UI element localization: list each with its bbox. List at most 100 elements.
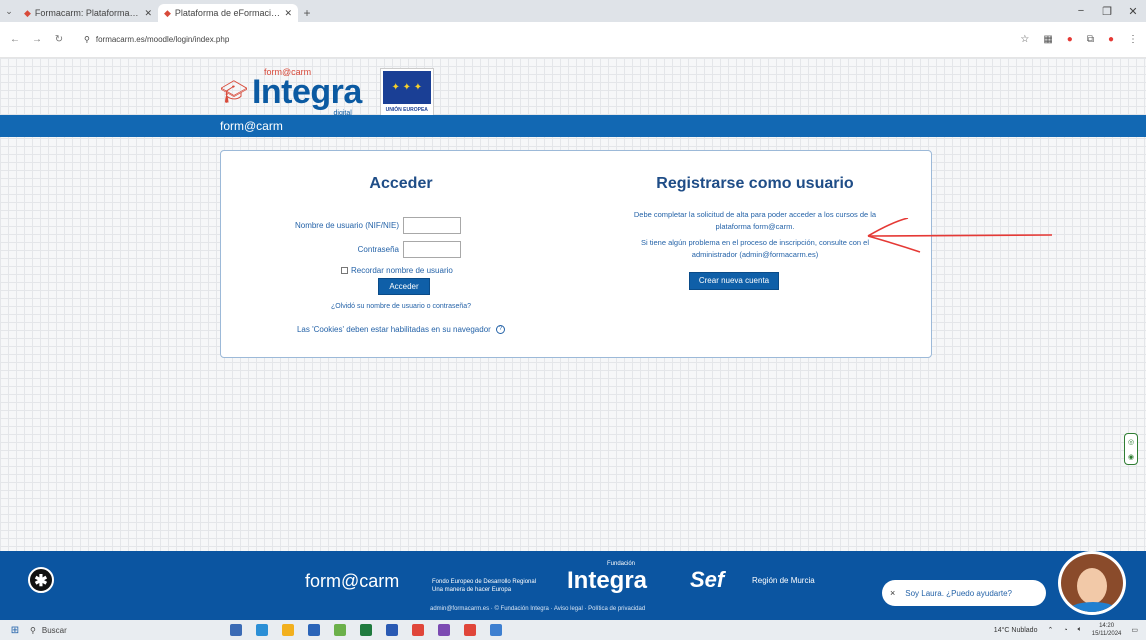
eu-label: UNIÓN EUROPEA [385, 107, 428, 113]
feder-line-2: Una manera de hacer Europa [432, 587, 512, 593]
username-input[interactable] [403, 217, 461, 234]
word-icon[interactable] [386, 624, 398, 636]
tab-close-icon[interactable]: ✕ [144, 8, 152, 19]
reload-icon[interactable]: ↻ [52, 34, 66, 45]
footer-formacarm-logo: form@carm [305, 571, 400, 591]
integra-logo-top: form@carm [264, 67, 312, 77]
chat-avatar[interactable] [1058, 551, 1126, 615]
tab-formacarm[interactable]: ◆ Formacarm: Plataforma de form ✕ [18, 4, 158, 22]
chrome2-icon[interactable] [464, 624, 476, 636]
menu-dots-icon[interactable]: ⋮ [1128, 34, 1138, 45]
notification-icon[interactable]: ▭ [1131, 626, 1138, 634]
url-field[interactable]: ⚲ formacarm.es/moodle/login/index.php [74, 28, 1012, 52]
back-icon[interactable]: ← [8, 34, 22, 45]
footer: ✱ form@carm Fondo Europeo de Desarrollo … [0, 551, 1146, 620]
clock-time: 14:20 [1099, 623, 1115, 629]
brand-bar-title[interactable]: form@carm [220, 119, 283, 133]
chat-bubble[interactable]: × Soy Laura. ¿Puedo ayudarte? [882, 580, 1046, 606]
brand-bar: form@carm [0, 115, 1146, 137]
login-button[interactable]: Acceder [378, 278, 430, 295]
login-title: Acceder [369, 175, 433, 192]
store-icon[interactable] [308, 624, 320, 636]
tray-chevron-icon[interactable]: ⌃ [1047, 626, 1053, 634]
remember-checkbox[interactable] [341, 267, 348, 274]
weather-text[interactable]: 14°C Nublado [994, 627, 1038, 634]
eu-logo: ✦ ✦ ✦ UNIÓN EUROPEA [379, 68, 434, 116]
restore-icon[interactable]: ❐ [1094, 5, 1120, 18]
window-controls: − ❐ ✕ [1068, 0, 1146, 22]
explorer-icon[interactable] [282, 624, 294, 636]
footer-links[interactable]: admin@formacarm.es · © Fundación Integra… [430, 606, 645, 612]
site-info-icon[interactable]: ⚲ [84, 35, 90, 44]
close-window-icon[interactable]: ✕ [1120, 5, 1146, 18]
chat-text: Soy Laura. ¿Puedo ayudarte? [905, 588, 1013, 598]
register-column: Registrarse como usuario Debe completar … [577, 151, 933, 357]
password-label: Contraseña [357, 245, 399, 254]
volume-icon[interactable]: 🔈︎ [1078, 626, 1082, 634]
edge-icon[interactable] [256, 624, 268, 636]
tab-title: Formacarm: Plataforma de form [34, 8, 141, 18]
os-taskbar: ⊞ ⚲ Buscar 14°C Nublado ⌃ ◔ 🔈︎ 14:20 15/… [0, 620, 1146, 640]
chrome-icon[interactable] [412, 624, 424, 636]
login-card: Acceder Nombre de usuario (NIF/NIE) Cont… [220, 150, 932, 358]
footer-integra-word: Integra [567, 567, 648, 594]
footer-region-logo: Región de Murcia [752, 576, 815, 585]
eu-flag-icon: ✦ ✦ ✦ [382, 71, 431, 104]
extension-icon[interactable]: ● [1067, 34, 1073, 45]
tab-search-icon[interactable]: ⌄ [0, 0, 18, 22]
widget-icon-bottom: ◉ [1127, 453, 1135, 461]
taskbar-search[interactable]: ⚲ Buscar [30, 626, 200, 635]
help-icon[interactable]: ? [496, 325, 506, 335]
excel-icon[interactable] [360, 624, 372, 636]
forward-icon[interactable]: → [30, 34, 44, 45]
footer-feder-logo: Fondo Europeo de Desarrollo Regional Una… [432, 578, 536, 594]
minimize-icon[interactable]: − [1068, 5, 1094, 17]
chat-close-icon[interactable]: × [890, 588, 895, 598]
username-row: Nombre de usuario (NIF/NIE) [221, 217, 581, 234]
remember-username[interactable]: Recordar nombre de usuario [341, 266, 453, 275]
tab-favicon-icon: ◆ [24, 7, 31, 18]
footer-integra-logo: Fundación Integra [567, 561, 648, 595]
header-logos: 🎓︎ Integra form@carm _digital ✦ ✦ ✦ UNIÓ… [220, 67, 434, 117]
new-tab-icon[interactable]: + [298, 4, 316, 22]
integra-logo[interactable]: 🎓︎ Integra form@carm _digital [220, 67, 362, 117]
browser-tab-bar: ⌄ ◆ Formacarm: Plataforma de form ✕ ◆ Pl… [0, 0, 1146, 22]
system-tray: 14°C Nublado ⌃ ◔ 🔈︎ 14:20 15/11/2024 ▭ [994, 622, 1146, 638]
tab-favicon-icon: ◆ [164, 7, 171, 18]
avatar-shirt [1067, 602, 1119, 612]
forgot-password-link[interactable]: ¿Olvidó su nombre de usuario o contraseñ… [221, 303, 581, 310]
app3-icon[interactable] [490, 624, 502, 636]
footer-sef-logo: Sef [690, 567, 725, 592]
side-accessibility-widget[interactable]: ◎ ◉ [1124, 433, 1138, 465]
password-row: Contraseña [221, 241, 581, 258]
feder-line-1: Fondo Europeo de Desarrollo Regional [432, 579, 537, 585]
taskview-icon[interactable] [230, 624, 242, 636]
annotation-arrow-icon [867, 218, 1053, 253]
login-column: Acceder Nombre de usuario (NIF/NIE) Cont… [221, 151, 581, 357]
footer-integra-small: Fundación [607, 561, 636, 567]
tab-close-icon[interactable]: ✕ [284, 8, 292, 19]
extensions-puzzle-icon[interactable]: ⧉ [1087, 34, 1094, 45]
profile-icon[interactable]: ● [1108, 34, 1114, 45]
accessibility-icon[interactable]: ✱ [28, 567, 54, 593]
clock[interactable]: 14:20 15/11/2024 [1092, 622, 1122, 638]
taskbar-apps [230, 624, 502, 636]
register-title: Registrarse como usuario [656, 175, 854, 192]
password-input[interactable] [403, 241, 461, 258]
windows-start-icon[interactable]: ⊞ [0, 625, 30, 636]
remember-label: Recordar nombre de usuario [351, 266, 453, 275]
tab-title: Plataforma de eFormación Inte [174, 8, 281, 18]
tab-integra[interactable]: ◆ Plataforma de eFormación Inte ✕ [158, 4, 298, 22]
page-content: 🎓︎ Integra form@carm _digital ✦ ✦ ✦ UNIÓ… [0, 58, 1146, 620]
network-icon[interactable]: ◔ [1063, 627, 1067, 634]
bookmark-star-icon[interactable]: ☆ [1020, 34, 1029, 45]
taskbar-search-label: Buscar [41, 625, 67, 635]
url-text: formacarm.es/moodle/login/index.php [95, 35, 230, 44]
integra-logo-word: Integra [251, 73, 362, 111]
search-icon: ⚲ [30, 625, 36, 635]
app2-icon[interactable] [438, 624, 450, 636]
widget-icon-top: ◎ [1127, 438, 1135, 446]
reading-list-icon[interactable]: ▦ [1043, 34, 1052, 45]
app-icon[interactable] [334, 624, 346, 636]
create-account-button[interactable]: Crear nueva cuenta [689, 272, 779, 290]
